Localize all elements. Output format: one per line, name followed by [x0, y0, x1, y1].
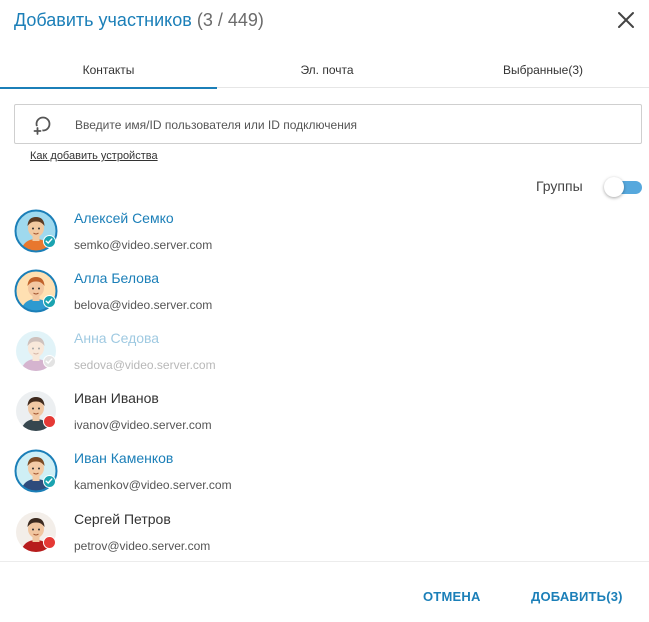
- toggle-knob: [604, 177, 624, 197]
- contact-email: kamenkov@video.server.com: [74, 478, 232, 492]
- add-button[interactable]: ДОБАВИТЬ(3): [531, 589, 623, 604]
- status-online-icon: [43, 235, 56, 248]
- footer-divider: [0, 561, 649, 562]
- contact-email: petrov@video.server.com: [74, 539, 211, 553]
- dialog-title-text: Добавить участников: [14, 10, 192, 30]
- contact-row[interactable]: Анна Седова sedova@video.server.com: [0, 329, 649, 387]
- contact-name: Анна Седова: [74, 330, 160, 346]
- cancel-button[interactable]: ОТМЕНА: [423, 589, 481, 604]
- tab-contacts[interactable]: Контакты: [0, 56, 217, 89]
- how-to-add-devices-link[interactable]: Как добавить устройства: [30, 150, 158, 162]
- dialog-header: Добавить участников (3 / 449): [0, 0, 649, 44]
- contact-email: sedova@video.server.com: [74, 358, 216, 372]
- contact-row[interactable]: Алексей Семко semko@video.server.com: [0, 209, 649, 267]
- contact-email: ivanov@video.server.com: [74, 418, 212, 432]
- dialog-title: Добавить участников (3 / 449): [14, 10, 264, 31]
- status-offline-icon: [43, 355, 56, 368]
- tab-bar: Контакты Эл. почта Выбранные(3): [0, 56, 649, 89]
- search-input[interactable]: [75, 113, 625, 137]
- status-busy-icon: [43, 536, 56, 549]
- contact-name: Иван Каменков: [74, 450, 174, 466]
- close-icon[interactable]: [614, 8, 638, 32]
- avatar: [14, 510, 58, 554]
- status-online-icon: [43, 475, 56, 488]
- status-busy-icon: [43, 415, 56, 428]
- groups-label: Группы: [536, 178, 583, 194]
- avatar: [14, 209, 58, 253]
- contact-row[interactable]: Иван Иванов ivanov@video.server.com: [0, 389, 649, 447]
- avatar: [14, 449, 58, 493]
- avatar: [14, 269, 58, 313]
- tab-email[interactable]: Эл. почта: [217, 56, 437, 87]
- contact-name: Иван Иванов: [74, 390, 159, 406]
- contact-row[interactable]: Иван Каменков kamenkov@video.server.com: [0, 449, 649, 507]
- tab-selected[interactable]: Выбранные(3): [437, 56, 649, 87]
- add-user-search-icon: [31, 115, 53, 137]
- search-box: [14, 104, 642, 144]
- contact-email: semko@video.server.com: [74, 238, 213, 252]
- groups-toggle[interactable]: [604, 177, 642, 197]
- contact-email: belova@video.server.com: [74, 298, 213, 312]
- contact-name: Алла Белова: [74, 270, 160, 286]
- contact-row[interactable]: Алла Белова belova@video.server.com: [0, 269, 649, 327]
- avatar: [14, 329, 58, 373]
- status-online-icon: [43, 295, 56, 308]
- contact-name: Сергей Петров: [74, 511, 171, 527]
- avatar: [14, 389, 58, 433]
- contact-name: Алексей Семко: [74, 210, 174, 226]
- participant-count: (3 / 449): [196, 10, 264, 30]
- contact-row[interactable]: Сергей Петров petrov@video.server.com: [0, 510, 649, 568]
